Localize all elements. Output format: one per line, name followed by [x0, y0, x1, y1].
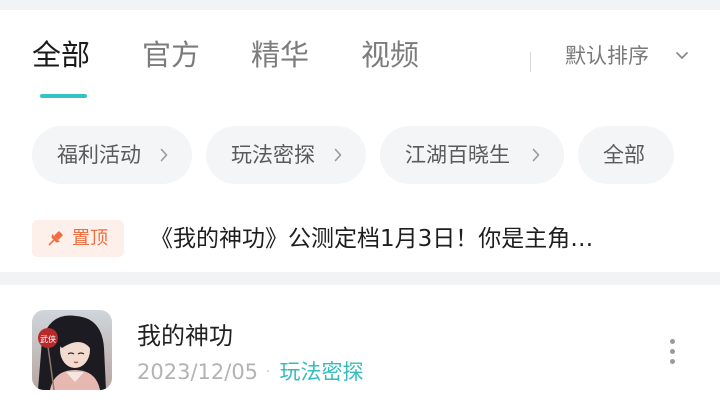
pin-icon — [48, 231, 63, 246]
tab-official[interactable]: 官方 — [142, 38, 200, 72]
tab-featured[interactable]: 精华 — [251, 38, 309, 72]
chip-jianghu[interactable]: 江湖百晓生 — [380, 126, 564, 184]
author-name[interactable]: 我的神功 — [137, 321, 233, 351]
pinned-label: 置顶 — [72, 228, 108, 249]
game-portrait-image: 武侠 — [32, 310, 112, 390]
divider — [530, 52, 531, 72]
pinned-title[interactable]: 《我的神功》公测定档1月3日！你是主角… — [150, 224, 680, 254]
tab-video[interactable]: 视频 — [361, 38, 419, 72]
pinned-badge: 置顶 — [32, 220, 124, 257]
sort-dropdown[interactable]: 默认排序 — [565, 43, 688, 69]
chip-label: 玩法密探 — [231, 143, 315, 167]
pinned-post[interactable]: 置顶 《我的神功》公测定档1月3日！你是主角… — [0, 210, 720, 266]
post-meta: 2023/12/05 · 玩法密探 — [137, 358, 364, 389]
section-separator — [0, 272, 720, 285]
tab-bar: 全部 官方 精华 视频 默认排序 — [0, 10, 720, 102]
avatar-badge-text: 武侠 — [40, 334, 56, 344]
chip-gameplay[interactable]: 玩法密探 — [206, 126, 366, 184]
post-date: 2023/12/05 — [137, 360, 259, 384]
chevron-right-icon — [160, 148, 168, 162]
avatar[interactable]: 武侠 — [32, 310, 112, 390]
chevron-right-icon — [532, 148, 540, 162]
top-strip — [0, 0, 720, 10]
chip-label: 全部 — [603, 143, 645, 167]
tab-all[interactable]: 全部 — [32, 38, 90, 72]
more-vertical-icon[interactable] — [661, 337, 683, 367]
chevron-down-icon — [676, 52, 688, 59]
chip-all[interactable]: 全部 — [578, 126, 674, 184]
active-tab-indicator — [40, 94, 87, 98]
topic-chips: 福利活动 玩法密探 江湖百晓生 全部 — [0, 126, 720, 186]
chevron-right-icon — [334, 148, 342, 162]
chip-label: 福利活动 — [57, 143, 141, 167]
chip-welfare[interactable]: 福利活动 — [32, 126, 192, 184]
post-card[interactable]: 武侠 我的神功 2023/12/05 · 玩法密探 — [0, 285, 720, 404]
chip-label: 江湖百晓生 — [405, 143, 510, 167]
meta-separator: · — [266, 364, 271, 380]
sort-label: 默认排序 — [565, 44, 649, 68]
post-category-link[interactable]: 玩法密探 — [280, 360, 364, 384]
